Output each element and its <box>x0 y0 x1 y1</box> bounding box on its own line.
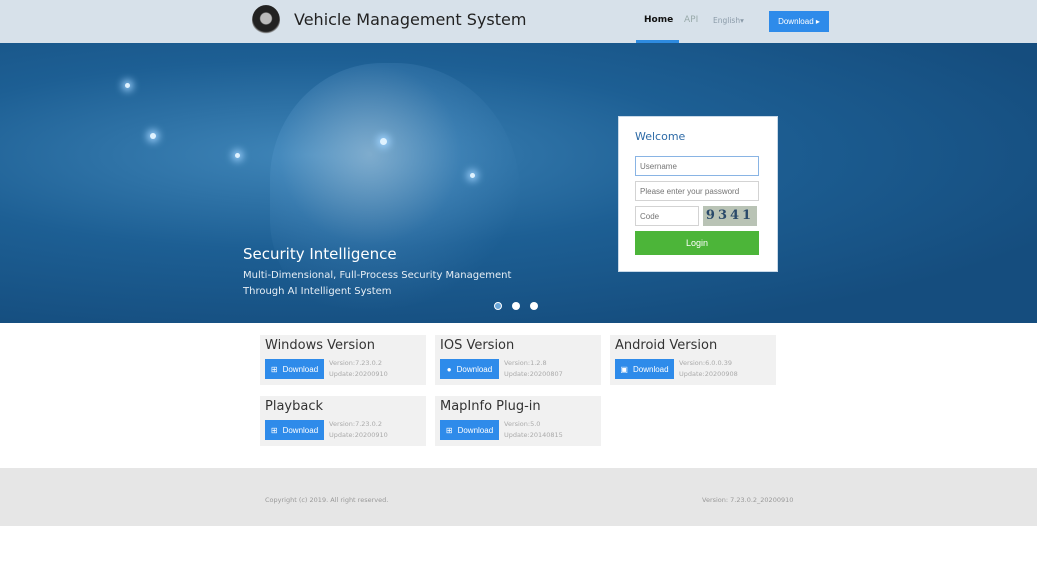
button-label: Download <box>282 425 319 435</box>
apple-icon: ● <box>446 364 452 374</box>
download-card: MapInfo Plug-in ⊞ Download Version:5.0 Upd… <box>435 396 601 446</box>
slide-subtitle: Multi-Dimensional, Full-Process Security… <box>243 268 511 300</box>
card-update: Update:20200910 <box>329 431 388 439</box>
button-label: Download <box>282 364 319 374</box>
captcha-input[interactable] <box>635 206 699 226</box>
card-download-button[interactable]: ⊞ Download <box>440 420 499 440</box>
card-version: Version:7.23.0.2 <box>329 420 382 428</box>
glow-dot <box>235 153 240 158</box>
card-info: Version:7.23.0.2 Update:20200910 <box>329 419 388 441</box>
copyright: Copyright (c) 2019. All right reserved. <box>265 496 389 504</box>
card-download-button[interactable]: ⊞ Download <box>265 420 324 440</box>
download-card: Windows Version ⊞ Download Version:7.23.0… <box>260 335 426 385</box>
card-download-button[interactable]: ● Download <box>440 359 499 379</box>
button-label: Download <box>456 364 493 374</box>
card-update: Update:20200807 <box>504 370 563 378</box>
login-button[interactable]: Login <box>635 231 759 255</box>
carousel-dots <box>494 302 538 310</box>
footer: Copyright (c) 2019. All right reserved. … <box>0 468 1037 526</box>
username-input[interactable] <box>635 156 759 176</box>
card-title: Windows Version <box>265 338 375 353</box>
card-version: Version:7.23.0.2 <box>329 359 382 367</box>
windows-icon: ⊞ <box>270 364 278 374</box>
card-update: Update:20140815 <box>504 431 563 439</box>
card-download-button[interactable]: ▣ Download <box>615 359 674 379</box>
glow-dot <box>380 138 387 145</box>
android-icon: ▣ <box>620 364 628 374</box>
header: Vehicle Management System Home API Engli… <box>0 0 1037 43</box>
glow-dot <box>125 83 130 88</box>
logo <box>252 5 280 35</box>
glow-dot <box>150 133 156 139</box>
download-card: IOS Version ● Download Version:1.2.8 Updat… <box>435 335 601 385</box>
card-version: Version:1.2.8 <box>504 359 547 367</box>
card-update: Update:20200910 <box>329 370 388 378</box>
carousel-dot[interactable] <box>512 302 520 310</box>
login-form: Welcome 9341 Login <box>618 116 778 272</box>
card-info: Version:1.2.8 Update:20200807 <box>504 358 563 380</box>
header-download-button[interactable]: Download ▸ <box>769 11 829 32</box>
card-info: Version:7.23.0.2 Update:20200910 <box>329 358 388 380</box>
button-label: Download <box>632 364 669 374</box>
windows-icon: ⊞ <box>270 425 278 435</box>
password-input[interactable] <box>635 181 759 201</box>
windows-icon: ⊞ <box>445 425 453 435</box>
nav-home[interactable]: Home <box>644 15 673 25</box>
card-title: Playback <box>265 399 324 414</box>
slide-title: Security Intelligence <box>243 245 397 263</box>
download-card: Playback ⊞ Download Version:7.23.0.2 Updat… <box>260 396 426 446</box>
hero-banner: Security Intelligence Multi-Dimensional,… <box>0 43 1037 323</box>
card-download-button[interactable]: ⊞ Download <box>265 359 324 379</box>
nav-api[interactable]: API <box>684 15 698 25</box>
button-label: Download <box>457 425 494 435</box>
card-title: MapInfo Plug-in <box>440 399 541 414</box>
card-title: Android Version <box>615 338 718 353</box>
footer-version: Version: 7.23.0.2_20200910 <box>702 496 794 504</box>
subtitle-line: Through AI Intelligent System <box>243 286 392 297</box>
card-info: Version:5.0 Update:20140815 <box>504 419 563 441</box>
glow-dot <box>470 173 475 178</box>
card-info: Version:6.0.0.39 Update:20200908 <box>679 358 738 380</box>
captcha-image[interactable]: 9341 <box>703 206 757 226</box>
card-version: Version:5.0 <box>504 420 541 428</box>
login-title: Welcome <box>635 130 686 143</box>
subtitle-line: Multi-Dimensional, Full-Process Security… <box>243 270 512 281</box>
card-title: IOS Version <box>440 338 515 353</box>
language-dropdown[interactable]: English▾ <box>713 16 744 25</box>
carousel-dot[interactable] <box>530 302 538 310</box>
download-card: Android Version ▣ Download Version:6.0.0.… <box>610 335 776 385</box>
card-version: Version:6.0.0.39 <box>679 359 732 367</box>
card-update: Update:20200908 <box>679 370 738 378</box>
carousel-dot[interactable] <box>494 302 502 310</box>
app-title: Vehicle Management System <box>294 10 527 29</box>
